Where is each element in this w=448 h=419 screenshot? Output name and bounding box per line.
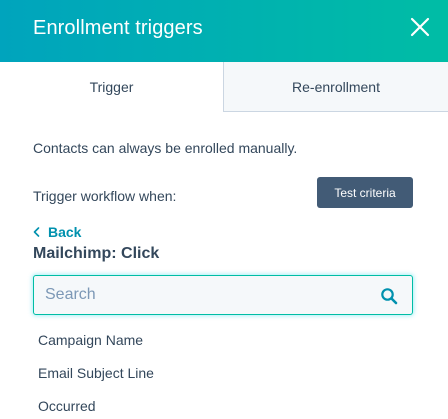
chevron-left-icon xyxy=(33,225,40,240)
back-link-label: Back xyxy=(48,224,82,240)
list-item-email-subject-line[interactable]: Email Subject Line xyxy=(38,365,154,381)
search-input[interactable] xyxy=(45,285,365,305)
search-icon[interactable] xyxy=(380,287,398,305)
tab-bar: Trigger Re-enrollment xyxy=(0,62,448,112)
close-icon xyxy=(410,17,430,37)
trigger-label: Trigger workflow when: xyxy=(33,188,177,204)
panel-header: Enrollment triggers xyxy=(0,0,448,62)
search-box xyxy=(33,275,413,315)
test-criteria-button[interactable]: Test criteria xyxy=(317,177,413,208)
back-link[interactable]: Back xyxy=(33,224,81,240)
tab-re-enrollment[interactable]: Re-enrollment xyxy=(224,62,448,112)
list-item-occurred[interactable]: Occurred xyxy=(38,398,96,414)
manual-enroll-note: Contacts can always be enrolled manually… xyxy=(33,140,298,156)
tab-trigger[interactable]: Trigger xyxy=(0,62,224,112)
section-title: Mailchimp: Click xyxy=(33,245,160,262)
close-button[interactable] xyxy=(408,15,432,39)
panel-title: Enrollment triggers xyxy=(33,17,203,39)
list-item-campaign-name[interactable]: Campaign Name xyxy=(38,332,143,348)
